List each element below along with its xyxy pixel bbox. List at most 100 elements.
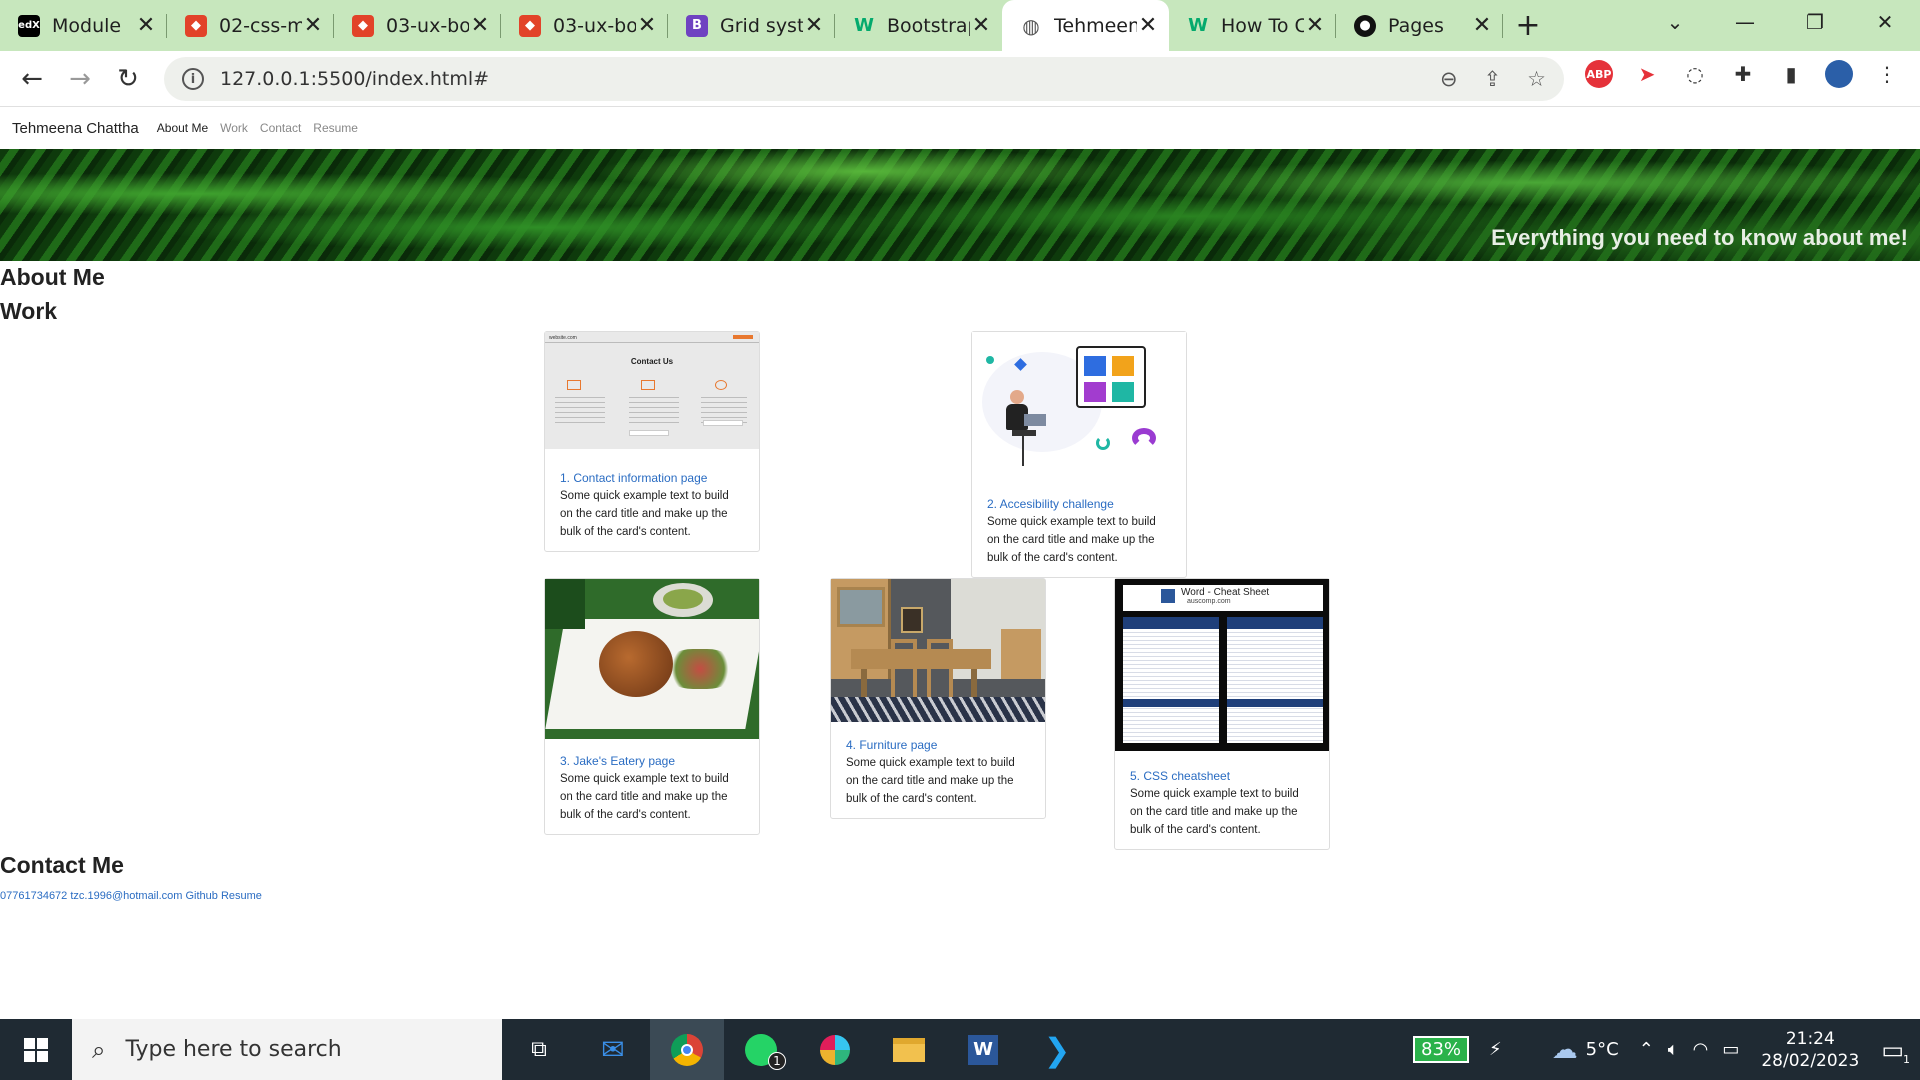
forward-button[interactable]: → <box>56 55 104 103</box>
notification-icon[interactable]: ▭ 1 <box>1881 1036 1910 1066</box>
card-title[interactable]: 3. Jake's Eatery page <box>560 754 744 768</box>
search-placeholder: Type here to search <box>125 1037 342 1062</box>
site-navbar: Tehmeena Chattha About Me Work Contact R… <box>0 107 1920 149</box>
gitlab-icon: ◆ <box>352 14 374 37</box>
card-image-cheatsheet: Word - Cheat Sheet auscomp.com <box>1115 579 1329 751</box>
card-text: Some quick example text to build on the … <box>1130 788 1299 836</box>
site-brand[interactable]: Tehmeena Chattha <box>12 120 139 137</box>
nav-work[interactable]: Work <box>220 121 248 135</box>
cloud-icon[interactable]: ☁ <box>1552 1035 1578 1065</box>
profile-avatar[interactable] <box>1825 60 1853 88</box>
hero-banner: Everything you need to know about me! <box>0 149 1920 261</box>
restore-icon[interactable]: ❐ <box>1780 10 1850 34</box>
nav-about[interactable]: About Me <box>157 121 208 135</box>
side-panel-icon[interactable]: ▮ <box>1777 60 1805 88</box>
tab-tehmeena[interactable]: ◍ Tehmeen ✕ <box>1002 0 1169 51</box>
plug-icon: ⚡ <box>1489 1039 1502 1060</box>
tab-module[interactable]: edX Module ✕ <box>0 0 167 51</box>
card-image-furniture <box>831 579 1045 722</box>
close-tab-icon[interactable]: ✕ <box>803 13 825 38</box>
mail-icon[interactable]: ✉ <box>576 1019 650 1080</box>
hero-text: Everything you need to know about me! <box>1491 225 1908 250</box>
clock[interactable]: 21:24 28/02/2023 <box>1761 1028 1859 1072</box>
close-tab-icon[interactable]: ✕ <box>1304 13 1326 38</box>
tab-search-icon[interactable]: ⌄ <box>1640 10 1710 34</box>
tab-pages[interactable]: ● Pages ✕ <box>1336 0 1503 51</box>
about-heading: About Me <box>0 264 105 290</box>
temperature[interactable]: 5°C <box>1586 1039 1619 1060</box>
close-window-icon[interactable]: ✕ <box>1850 10 1920 34</box>
battery-indicator[interactable]: 83% <box>1413 1036 1470 1063</box>
share-icon[interactable]: ⇪ <box>1484 67 1502 91</box>
extensions-puzzle-icon[interactable]: ✚ <box>1729 60 1757 88</box>
bookmark-star-icon[interactable]: ☆ <box>1527 67 1546 91</box>
tab-bootstrap[interactable]: WBootstrap✕ <box>835 0 1002 51</box>
close-tab-icon[interactable]: ✕ <box>1471 13 1493 38</box>
card-text: Some quick example text to build on the … <box>987 516 1156 564</box>
browser-toolbar: ← → ↻ i 127.0.0.1:5500/index.html# ⊖ ⇪ ☆… <box>0 51 1920 107</box>
back-button[interactable]: ← <box>8 55 56 103</box>
url-text[interactable]: 127.0.0.1:5500/index.html# <box>220 68 1440 90</box>
github-link[interactable]: Github <box>185 890 217 902</box>
extension-circle-icon[interactable]: ◌ <box>1681 60 1709 88</box>
work-card-contact[interactable]: website.com Contact Us 1. Contact inform… <box>544 331 760 552</box>
work-card-accessibility[interactable]: 2. Accesibility challenge Some quick exa… <box>971 331 1187 578</box>
extension-arrow-icon[interactable]: ➤ <box>1633 60 1661 88</box>
word-icon[interactable]: W <box>946 1019 1020 1080</box>
extensions-area: ABP ➤ ◌ ✚ ▮ ⋮ <box>1585 60 1901 88</box>
close-tab-icon[interactable]: ✕ <box>1137 13 1159 38</box>
minimize-icon[interactable]: — <box>1710 10 1780 34</box>
work-card-eatery[interactable]: 3. Jake's Eatery page Some quick example… <box>544 578 760 835</box>
nav-contact[interactable]: Contact <box>260 121 301 135</box>
menu-icon[interactable]: ⋮ <box>1873 60 1901 88</box>
tab-03-ux-1[interactable]: ◆ 03-ux-bo ✕ <box>334 0 501 51</box>
close-tab-icon[interactable]: ✕ <box>302 13 324 38</box>
work-card-cheatsheet[interactable]: Word - Cheat Sheet auscomp.com 5. CSS ch… <box>1114 578 1330 850</box>
contact-heading: Contact Me <box>0 852 124 878</box>
email-link[interactable]: tzc.1996@hotmail.com <box>70 890 182 902</box>
edx-icon: edX <box>18 14 40 37</box>
nav-resume[interactable]: Resume <box>313 121 358 135</box>
task-view-icon[interactable]: ⧉ <box>502 1019 576 1080</box>
zoom-icon[interactable]: ⊖ <box>1440 67 1458 91</box>
phone-link[interactable]: 07761734672 <box>0 890 67 902</box>
tab-how-to[interactable]: W How To C ✕ <box>1169 0 1336 51</box>
taskbar-search[interactable]: ⌕ Type here to search <box>72 1019 502 1080</box>
file-explorer-icon[interactable] <box>872 1019 946 1080</box>
new-tab-button[interactable]: + <box>1503 0 1553 51</box>
reload-button[interactable]: ↻ <box>104 55 152 103</box>
card-title[interactable]: 4. Furniture page <box>846 738 1030 752</box>
address-bar[interactable]: i 127.0.0.1:5500/index.html# ⊖ ⇪ ☆ <box>164 57 1564 101</box>
chrome-icon[interactable] <box>650 1019 724 1080</box>
vscode-icon[interactable]: ❯ <box>1020 1019 1094 1080</box>
card-image-accessibility <box>972 332 1186 469</box>
adblock-icon[interactable]: ABP <box>1585 60 1613 88</box>
start-button[interactable] <box>0 1019 72 1080</box>
slack-icon[interactable] <box>798 1019 872 1080</box>
tab-strip: edX Module ✕ ◆ 02-css-m ✕ ◆ 03-ux-bo ✕ ◆ 03-ux-… <box>0 0 1920 51</box>
resume-link[interactable]: Resume <box>221 890 262 902</box>
card-text: Some quick example text to build on the … <box>560 490 729 538</box>
wifi-icon[interactable]: ◠ <box>1693 1039 1709 1060</box>
card-text: Some quick example text to build on the … <box>846 757 1015 805</box>
work-card-furniture[interactable]: 4. Furniture page Some quick example tex… <box>830 578 1046 819</box>
card-title[interactable]: 2. Accesibility challenge <box>987 497 1171 511</box>
card-title[interactable]: 5. CSS cheatsheet <box>1130 769 1314 783</box>
site-info-icon[interactable]: i <box>182 68 204 90</box>
tab-grid-system[interactable]: B Grid syst ✕ <box>668 0 835 51</box>
close-tab-icon[interactable]: ✕ <box>135 13 157 38</box>
volume-icon[interactable]: 🔈︎ <box>1668 1039 1679 1060</box>
card-image-contact: website.com Contact Us <box>545 332 759 449</box>
close-tab-icon[interactable]: ✕ <box>970 13 992 38</box>
github-icon: ● <box>1354 14 1376 37</box>
close-tab-icon[interactable]: ✕ <box>636 13 658 38</box>
close-tab-icon[interactable]: ✕ <box>469 13 491 38</box>
whatsapp-badge: 1 <box>768 1052 786 1070</box>
card-title[interactable]: 1. Contact information page <box>560 471 744 485</box>
date: 28/02/2023 <box>1761 1050 1860 1071</box>
whatsapp-icon[interactable]: 1 <box>724 1019 798 1080</box>
tab-02-css[interactable]: ◆ 02-css-m ✕ <box>167 0 334 51</box>
battery-icon[interactable]: ▭ <box>1722 1039 1739 1060</box>
tab-03-ux-2[interactable]: ◆ 03-ux-bo ✕ <box>501 0 668 51</box>
chevron-up-icon[interactable]: ⌃ <box>1639 1039 1654 1060</box>
